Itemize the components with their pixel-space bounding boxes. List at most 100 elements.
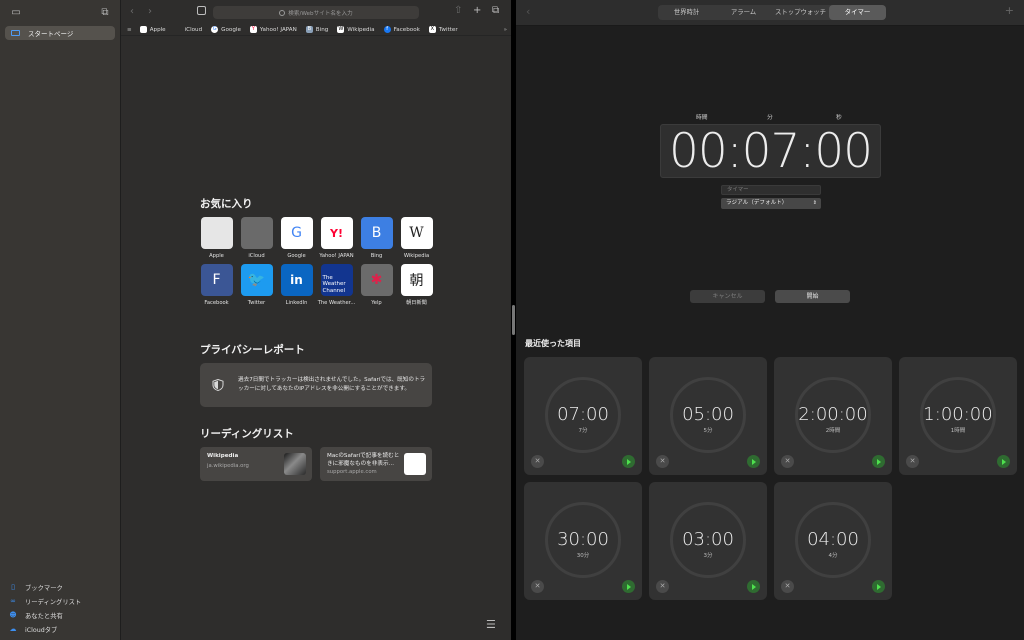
remove-icon[interactable]: ✕ bbox=[531, 455, 544, 468]
recent-timer-time: 1:00:00 bbox=[923, 404, 993, 425]
tab-stopwatch[interactable]: ストップウォッチ bbox=[772, 5, 829, 20]
bookmark-twitter[interactable]: X Twitter bbox=[428, 26, 458, 33]
reading-item-wikipedia[interactable]: Wikipedia ja.wikipedia.org bbox=[200, 447, 312, 481]
bookmarks-overflow-icon[interactable]: » bbox=[504, 27, 507, 33]
timer-time-picker[interactable]: 00:07:00 bbox=[660, 124, 881, 179]
remove-icon[interactable]: ✕ bbox=[656, 580, 669, 593]
recent-timer-label: 30分 bbox=[576, 553, 590, 559]
favorite-icon: ✱ bbox=[360, 264, 393, 296]
bookmark-facebook[interactable]: f Facebook bbox=[383, 26, 420, 33]
favorite-tile[interactable]: in LinkedIn bbox=[280, 264, 313, 307]
favorite-tile[interactable]: 🐦 Twitter bbox=[240, 264, 273, 307]
sidebar-bookmarks-icon[interactable]: ≡ bbox=[127, 27, 132, 33]
recent-timer-card[interactable]: 1:00:00 1時間 ✕ bbox=[899, 357, 1017, 475]
bookmark-apple[interactable]: Apple bbox=[139, 26, 166, 33]
favorite-tile[interactable]: 朝朝日新聞 bbox=[400, 264, 433, 307]
tab-timer[interactable]: タイマー bbox=[829, 5, 886, 20]
remove-icon[interactable]: ✕ bbox=[906, 455, 919, 468]
back-icon[interactable]: ‹ bbox=[526, 5, 530, 18]
privacy-report-title: プライバシーレポート bbox=[200, 344, 305, 356]
remove-icon[interactable]: ✕ bbox=[781, 455, 794, 468]
apple-icon bbox=[139, 26, 147, 33]
tab-overview-icon[interactable]: ⧉ bbox=[98, 6, 112, 20]
favorite-tile[interactable]: B Bing bbox=[360, 217, 393, 260]
favorite-icon: in bbox=[280, 264, 313, 296]
bookmark-label: Yahoo! JAPAN bbox=[259, 26, 297, 33]
favorite-tile[interactable]: ✱ Yelp bbox=[360, 264, 393, 307]
safari-content: ‹ › 検索/Webサイト名を入力 ⇧ + ⧉ ≡ Apple iCloud G… bbox=[121, 0, 511, 640]
sidebar-item-bookmarks[interactable]: ▯ ブックマーク bbox=[8, 580, 81, 594]
reading-item-apple-support[interactable]: MacのSafariで記事を読むときに邪魔なものを非表示… support.ap… bbox=[320, 447, 432, 481]
favorite-tile[interactable]: Apple bbox=[200, 217, 233, 260]
favorite-icon: W bbox=[400, 217, 433, 249]
favorite-tile[interactable]: The Weather Channel The Weather... bbox=[318, 264, 355, 307]
favorites-grid: Apple iCloud G Google Y! Yahoo! JAPAN B Bing W Wi… bbox=[200, 217, 440, 307]
recent-timer-label: 7分 bbox=[578, 428, 588, 434]
recent-timer-time: 05:00 bbox=[682, 404, 734, 425]
google-icon: G bbox=[211, 26, 219, 33]
sidebar-toggle-icon[interactable]: ▭ bbox=[9, 6, 23, 20]
remove-icon[interactable]: ✕ bbox=[781, 580, 794, 593]
timer-label-input[interactable]: タイマー bbox=[721, 185, 821, 195]
bookmark-wikipedia[interactable]: W Wikipedia bbox=[337, 26, 375, 33]
favorite-tile[interactable]: Y! Yahoo! JAPAN bbox=[319, 217, 354, 260]
new-tab-icon[interactable]: + bbox=[473, 5, 481, 16]
play-icon[interactable] bbox=[872, 580, 885, 593]
forward-icon[interactable]: › bbox=[148, 6, 152, 17]
play-icon[interactable] bbox=[997, 455, 1010, 468]
remove-icon[interactable]: ✕ bbox=[656, 455, 669, 468]
favorite-tile[interactable]: F Facebook bbox=[200, 264, 233, 307]
favorite-icon: B bbox=[360, 217, 393, 249]
back-icon[interactable]: ‹ bbox=[130, 6, 134, 17]
recent-timer-card[interactable]: 03:00 3分 ✕ bbox=[649, 482, 767, 600]
sidebar-item-reading-list[interactable]: ∞ リーディングリスト bbox=[8, 594, 81, 608]
recent-timer-time: 07:00 bbox=[557, 404, 609, 425]
x-icon: X bbox=[428, 26, 436, 33]
sidebar-item-icloud-tabs[interactable]: ☁ iCloudタブ bbox=[8, 622, 81, 636]
recent-timer-card[interactable]: 07:00 7分 ✕ bbox=[524, 357, 642, 475]
recent-timer-card[interactable]: 2:00:00 2時間 ✕ bbox=[774, 357, 892, 475]
bookmark-icloud[interactable]: iCloud bbox=[175, 26, 203, 33]
privacy-report-card[interactable]: 過去7日間でトラッカーは検出されませんでした。Safariでは、既知のトラッカー… bbox=[200, 363, 432, 407]
share-icon[interactable]: ⇧ bbox=[454, 5, 462, 16]
cancel-button[interactable]: キャンセル bbox=[690, 290, 765, 303]
bookmark-bing[interactable]: B Bing bbox=[305, 26, 329, 33]
recent-timer-card[interactable]: 30:00 30分 ✕ bbox=[524, 482, 642, 600]
sidebar-item-start-page[interactable]: スタートページ bbox=[5, 26, 115, 40]
favorite-tile[interactable]: G Google bbox=[280, 217, 313, 260]
favorite-tile[interactable]: iCloud bbox=[240, 217, 273, 260]
apple-icon bbox=[404, 453, 426, 475]
page-menu-icon[interactable] bbox=[197, 6, 206, 15]
bookmark-label: Bing bbox=[315, 26, 329, 33]
recent-timer-card[interactable]: 05:00 5分 ✕ bbox=[649, 357, 767, 475]
sidebar-item-shared-with-you[interactable]: ☻ あなたと共有 bbox=[8, 608, 81, 622]
favorite-icon: Y! bbox=[320, 217, 353, 249]
start-button[interactable]: 開始 bbox=[775, 290, 850, 303]
recents-title: 最近使った項目 bbox=[525, 339, 581, 348]
reading-list-title: リーディングリスト bbox=[200, 428, 294, 440]
remove-icon[interactable]: ✕ bbox=[531, 580, 544, 593]
customize-start-page-icon[interactable]: ☰ bbox=[486, 618, 496, 631]
play-icon[interactable] bbox=[747, 455, 760, 468]
favorite-label: iCloud bbox=[248, 253, 265, 259]
favorite-label: LinkedIn bbox=[285, 300, 308, 306]
add-icon[interactable]: + bbox=[1005, 4, 1014, 17]
tab-world-clock[interactable]: 世界時計 bbox=[658, 5, 715, 20]
bookmark-label: Twitter bbox=[438, 26, 458, 33]
bookmark-label: Facebook bbox=[393, 26, 420, 33]
favorite-icon: 🐦 bbox=[240, 264, 273, 296]
play-icon[interactable] bbox=[747, 580, 760, 593]
favorite-tile[interactable]: W Wikipedia bbox=[400, 217, 433, 260]
play-icon[interactable] bbox=[872, 455, 885, 468]
play-icon[interactable] bbox=[622, 580, 635, 593]
tab-alarm[interactable]: アラーム bbox=[715, 5, 772, 20]
sound-select[interactable]: ラジアル（デフォルト） ⇕ bbox=[721, 198, 821, 209]
recent-timer-card[interactable]: 04:00 4分 ✕ bbox=[774, 482, 892, 600]
bookmark-google[interactable]: G Google bbox=[211, 26, 241, 33]
divider-handle[interactable] bbox=[512, 305, 515, 335]
address-bar[interactable]: 検索/Webサイト名を入力 bbox=[213, 6, 419, 19]
play-icon[interactable] bbox=[622, 455, 635, 468]
bookmark-yahoo[interactable]: Y Yahoo! JAPAN bbox=[249, 26, 297, 33]
tabs-icon[interactable]: ⧉ bbox=[492, 5, 499, 16]
sidebar-toolbar: ▭ ⧉ bbox=[0, 6, 121, 20]
